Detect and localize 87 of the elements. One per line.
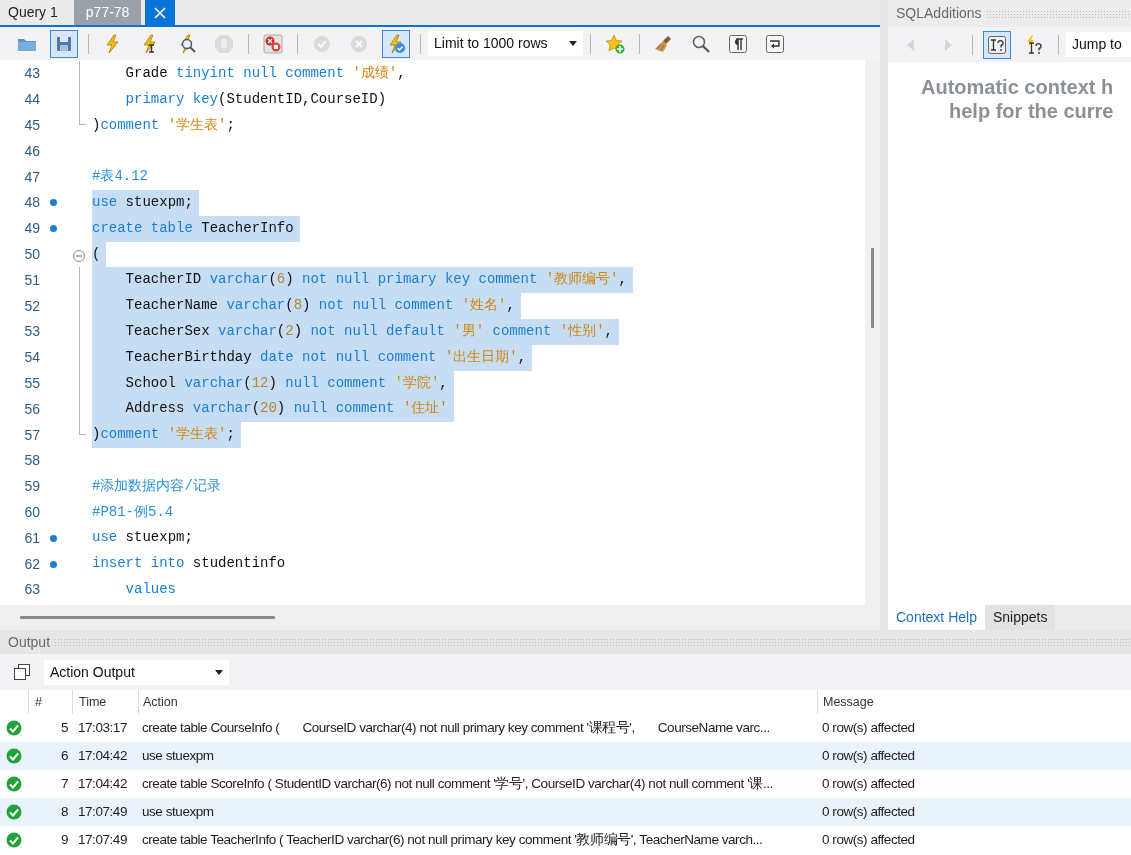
help-text: help for the curre — [948, 99, 1115, 123]
panel-tab[interactable]: Snippets — [984, 605, 1056, 630]
caret-icon — [215, 669, 223, 675]
line-number: 63 — [23, 580, 40, 600]
table-cell-text: 17:07:49 — [77, 802, 128, 821]
lightning-check-icon — [386, 33, 406, 54]
magnifier-icon — [691, 33, 711, 54]
column-header[interactable]: Time — [72, 690, 138, 714]
table-cell-text: create table CourseInfo ( CourseID varchar(4) not null primary key comment '课程号', CourseName varc... — [141, 718, 771, 737]
save-button[interactable] — [50, 29, 78, 58]
code-line: #添加数据内容/记录 — [92, 476, 222, 496]
table-cell-text: 0 row(s) affected — [821, 718, 916, 737]
code-line: insert into studentinfo — [92, 554, 287, 574]
line-number: 58 — [23, 451, 40, 471]
jump-to-field[interactable]: Jump to — [1066, 32, 1131, 57]
line-number: 43 — [23, 64, 40, 84]
caret-icon — [569, 41, 577, 46]
code-line: )comment '学生表'; — [92, 115, 236, 135]
code-line: primary key(StudentID,CourseID) — [124, 89, 388, 109]
line-number: 52 — [23, 296, 40, 316]
stop-on-error-icon — [263, 33, 283, 54]
code-line: use stuexpm; — [92, 528, 194, 548]
panel-title: SQLAdditions — [896, 4, 982, 23]
table-cell-text: 17:03:17 — [77, 718, 128, 737]
help-text: Automatic context h — [920, 75, 1115, 99]
panel-tab[interactable]: Context Help — [888, 605, 985, 630]
table-cell-text: 0 row(s) affected — [821, 774, 916, 793]
line-number: 57 — [23, 425, 40, 445]
table-cell-text: 0 row(s) affected — [821, 746, 916, 765]
table-cell-text: 17:07:49 — [77, 830, 128, 849]
line-number: 50 — [23, 244, 40, 264]
line-number: 48 — [23, 193, 40, 213]
table-cell-text: use stuexpm — [141, 802, 215, 821]
column-header[interactable]: # — [28, 690, 72, 714]
manual-help-button[interactable] — [983, 30, 1011, 59]
column-header[interactable]: Message — [817, 690, 1131, 714]
table-cell-text: create table TeacherInfo ( TeacherID varchar(6) not null primary key comment '教师编号', TeacherName varch... — [141, 830, 764, 849]
output-type-dropdown[interactable]: Action Output — [44, 659, 229, 685]
table-cell-text: 17:04:42 — [77, 774, 128, 793]
column-header[interactable]: Action — [138, 690, 817, 714]
table-cell-text: 8 — [59, 802, 69, 821]
code-line: values — [124, 579, 177, 599]
table-cell-text: 0 row(s) affected — [821, 802, 916, 821]
line-number: 49 — [23, 219, 40, 239]
line-number: 45 — [23, 116, 40, 135]
table-cell-text: 17:04:42 — [77, 746, 128, 765]
copy-icon — [14, 664, 30, 680]
lightning-help-icon — [1024, 34, 1044, 55]
code-line: Grade tinyint null comment '成绩', — [124, 64, 407, 83]
table-cell-text: use stuexpm — [141, 746, 215, 765]
line-number: 56 — [23, 399, 40, 419]
autocommit-button[interactable] — [382, 29, 410, 58]
line-number: 51 — [23, 270, 40, 290]
table-cell-text: 7 — [59, 774, 69, 793]
line-number: 53 — [23, 322, 40, 342]
line-number: 55 — [23, 373, 40, 393]
table-cell-text: 9 — [59, 830, 69, 849]
cancel-circle-icon — [349, 33, 369, 54]
line-number: 54 — [23, 348, 40, 368]
table-cell-text: 0 row(s) affected — [821, 830, 916, 849]
line-number: 44 — [23, 90, 40, 110]
lightning-magnifier-icon — [177, 33, 197, 54]
close-icon — [154, 6, 167, 19]
line-number: 60 — [23, 502, 40, 522]
close-tab-button[interactable] — [145, 0, 176, 25]
fold-toggle-icon[interactable] — [73, 249, 85, 262]
star-plus-icon — [605, 33, 625, 54]
line-number: 47 — [23, 167, 40, 187]
pilcrow-icon — [728, 33, 748, 54]
editor-tab[interactable]: Query 1 — [0, 0, 68, 25]
code-line: #表4.12 — [92, 167, 149, 187]
line-number: 62 — [23, 554, 40, 574]
word-wrap-icon — [765, 33, 785, 54]
table-cell-text: create table ScoreInfo ( StudentID varchar(6) not null comment '学号', CourseID varchar(4) not null comment '课... — [141, 774, 774, 793]
limit-rows-dropdown[interactable]: Limit to 1000 rows — [428, 31, 583, 56]
table-cell-text: 6 — [59, 746, 69, 765]
cursor-help-icon — [987, 34, 1007, 55]
scrollbar-thumb[interactable] — [871, 248, 874, 328]
line-number: 46 — [23, 141, 40, 161]
line-number: 59 — [23, 477, 40, 497]
table-cell-text: 5 — [59, 718, 69, 737]
line-number: 61 — [23, 528, 40, 548]
panel-title: Output — [8, 632, 51, 652]
scrollbar-thumb[interactable] — [20, 616, 275, 619]
code-line: #P81-例5.4 — [92, 502, 175, 522]
check-circle-icon — [312, 33, 332, 54]
broom-icon — [654, 33, 674, 54]
